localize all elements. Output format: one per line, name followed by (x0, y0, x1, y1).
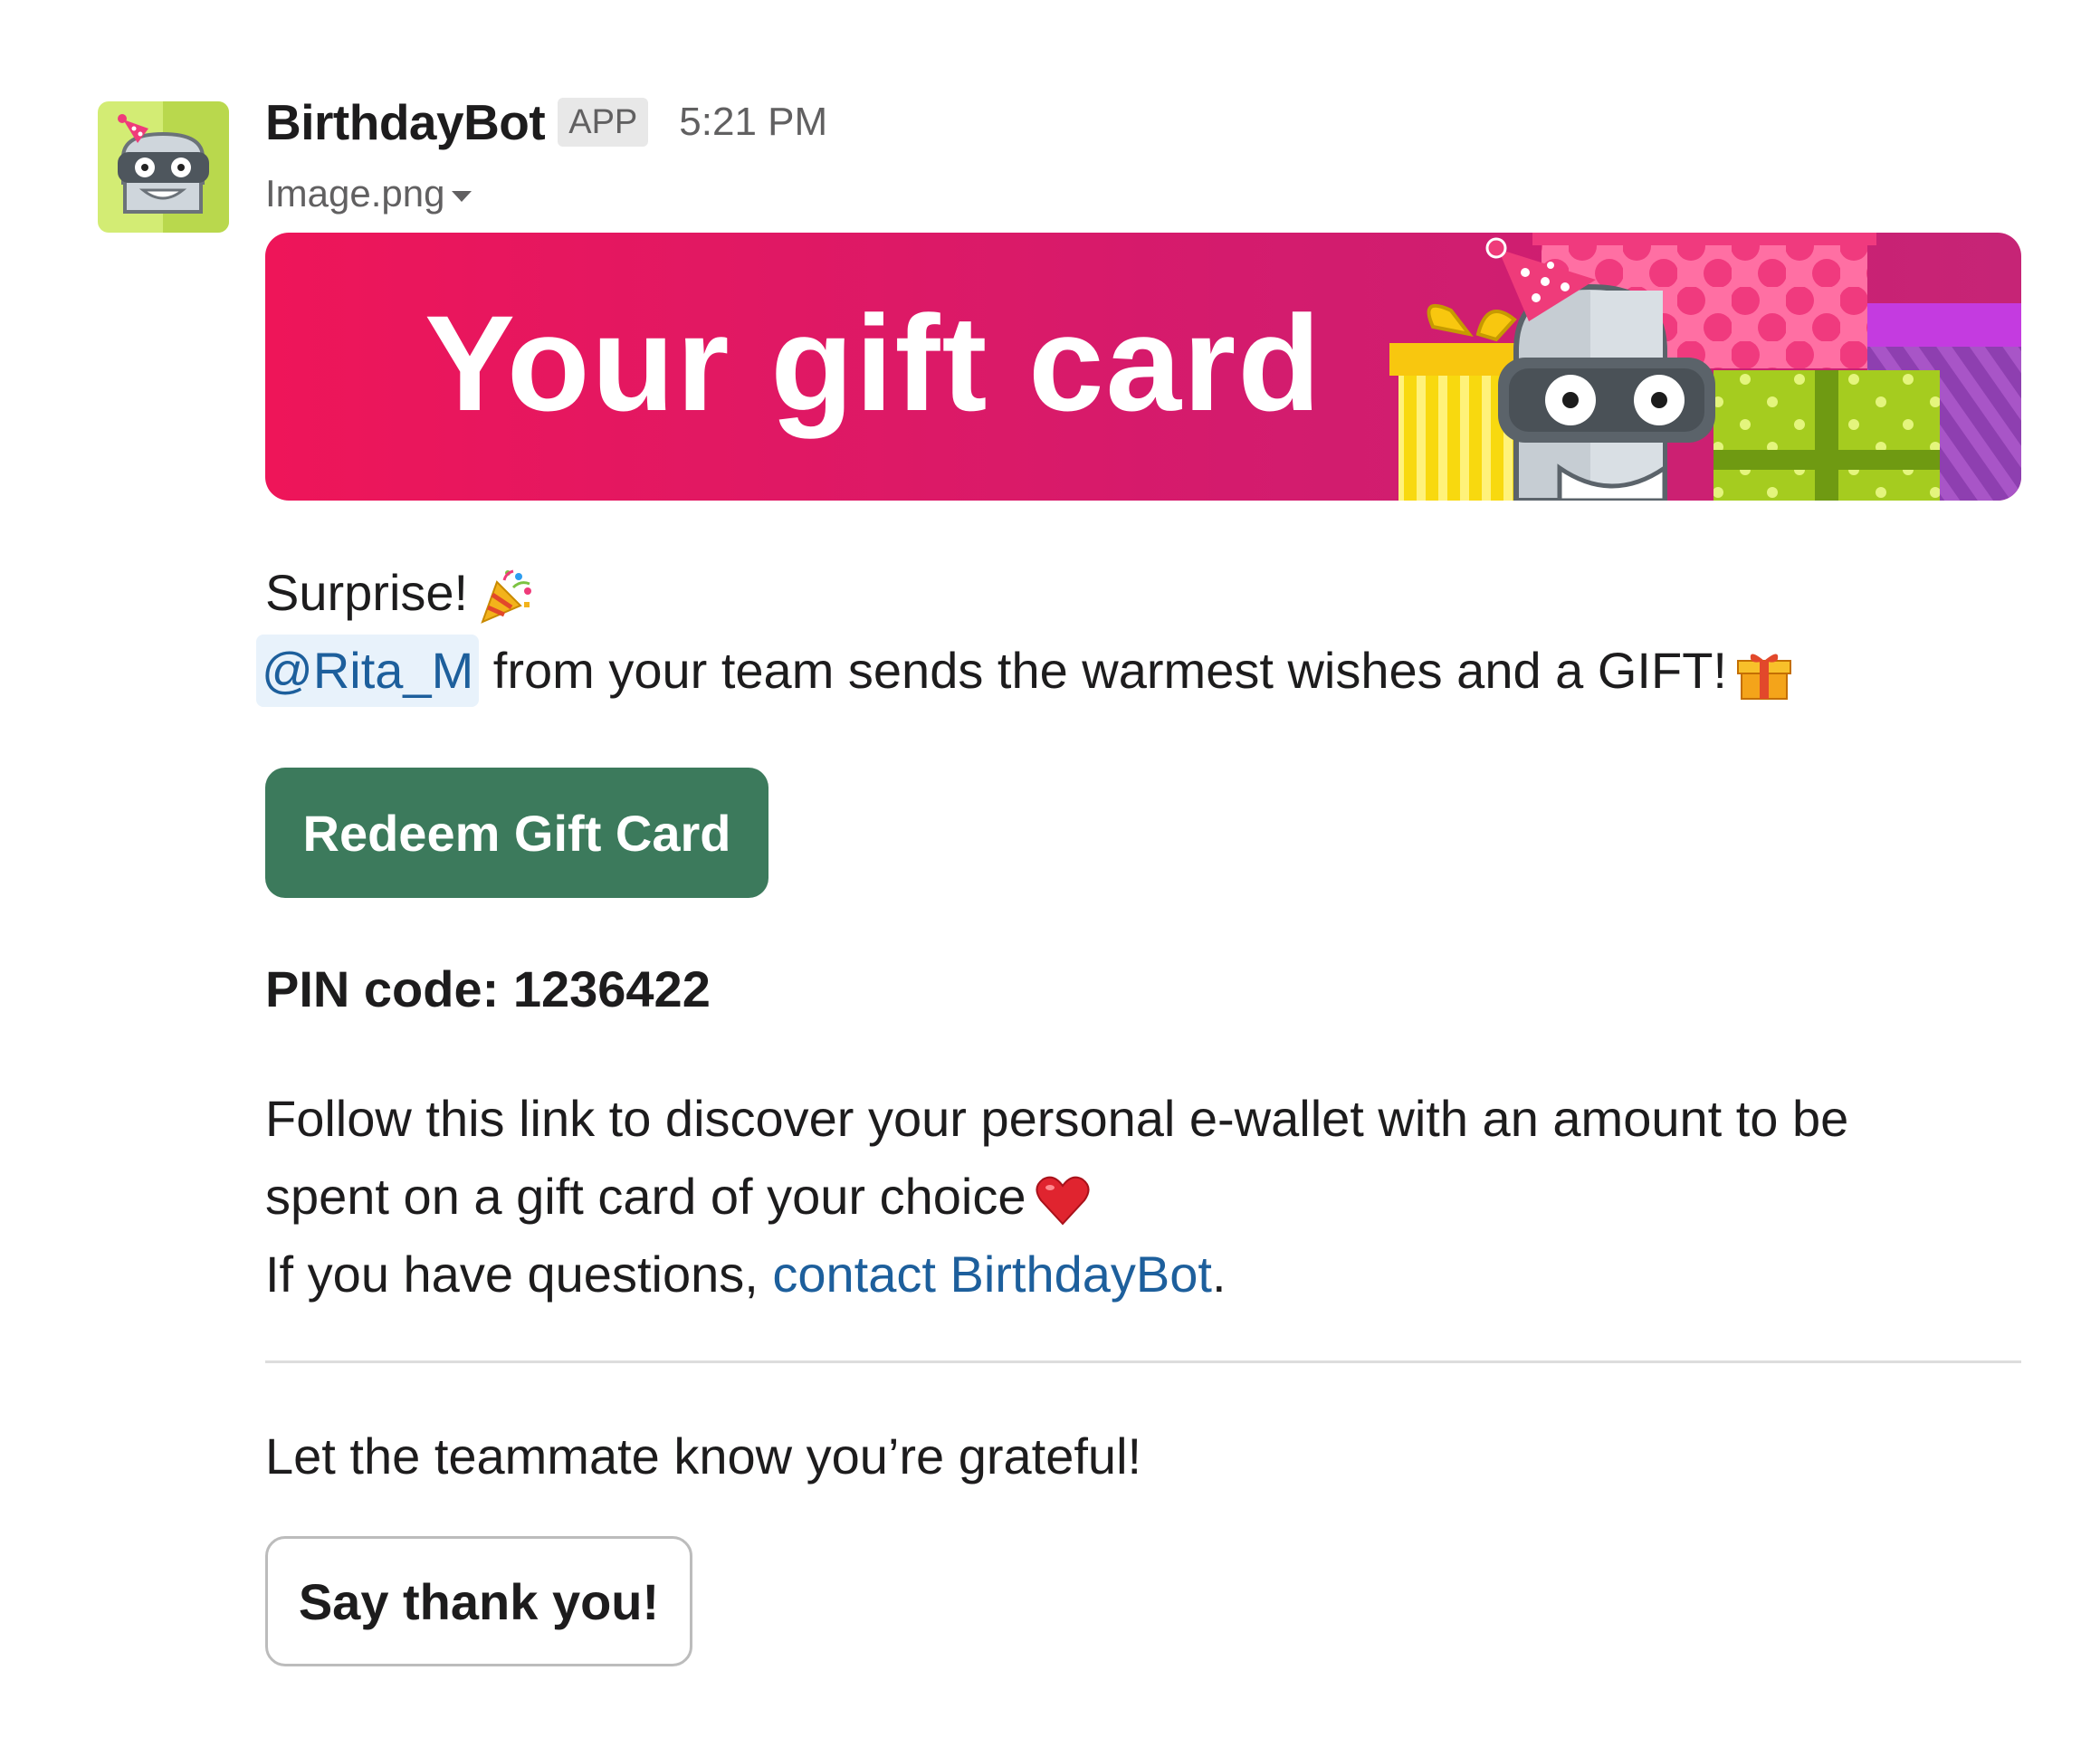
surprise-line: Surprise! (265, 554, 535, 632)
robot-avatar-icon (98, 101, 229, 233)
message-timestamp[interactable]: 5:21 PM (679, 100, 827, 145)
sender-name[interactable]: BirthdayBot (265, 93, 546, 151)
pin-value: 1236422 (512, 960, 711, 1017)
redeem-gift-card-button[interactable]: Redeem Gift Card (265, 768, 768, 898)
chevron-down-icon (452, 191, 472, 202)
gift-card-banner-image[interactable]: Your gift card (265, 233, 2021, 501)
pin-code: PIN code: 1236422 (265, 950, 711, 1028)
questions-prefix: If you have questions, (265, 1246, 759, 1303)
instructions-line-2: spent on a gift card of your choice (265, 1158, 2021, 1236)
say-thank-you-button[interactable]: Say thank you! (265, 1536, 692, 1666)
wrapped-gift-icon (1736, 646, 1792, 702)
wishes-line: @Rita_M from your team sends the warmest… (256, 632, 1792, 710)
grateful-prompt: Let the teammate know you’re grateful! (265, 1427, 1142, 1484)
instructions-line-1: Follow this link to discover your person… (265, 1090, 1849, 1147)
app-badge: APP (558, 98, 649, 147)
bot-avatar[interactable] (98, 101, 229, 233)
contact-birthdaybot-link[interactable]: contact BirthdayBot (772, 1246, 1212, 1303)
message-header: BirthdayBot APP 5:21 PM (265, 91, 827, 154)
questions-line: If you have questions, contact BirthdayB… (265, 1236, 2021, 1313)
attachment-name-toggle[interactable]: Image.png (265, 168, 472, 219)
questions-suffix: . (1211, 1246, 1227, 1303)
instructions-line-2-text: spent on a gift card of your choice (265, 1168, 1026, 1225)
party-popper-icon (477, 568, 535, 625)
attachment-filename: Image.png (265, 172, 445, 215)
red-heart-icon (1036, 1175, 1090, 1226)
surprise-text: Surprise! (265, 564, 469, 621)
banner-title: Your gift card (425, 287, 1322, 439)
instructions-paragraph: Follow this link to discover your person… (265, 1080, 2021, 1313)
bot-message: BirthdayBot APP 5:21 PM Image.png Your g… (0, 0, 2100, 1747)
pin-label: PIN code: (265, 960, 500, 1017)
section-divider (265, 1360, 2021, 1363)
user-mention[interactable]: @Rita_M (256, 635, 480, 707)
wishes-text: from your team sends the warmest wishes … (492, 642, 1727, 699)
